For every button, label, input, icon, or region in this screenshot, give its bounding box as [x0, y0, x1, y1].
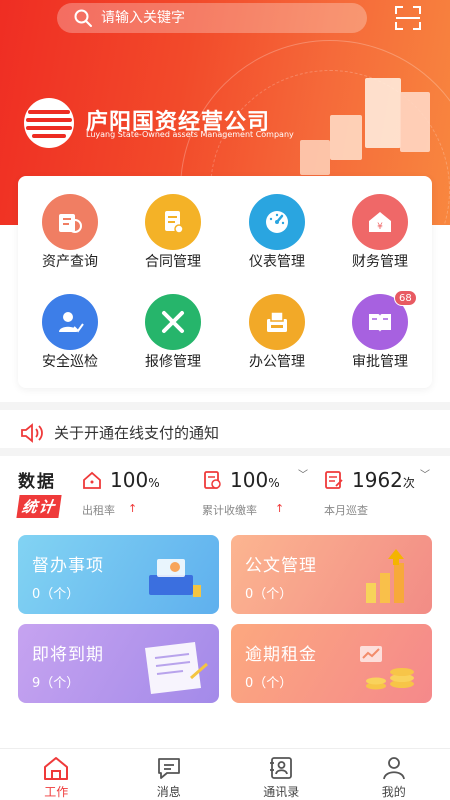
repair-icon	[145, 294, 201, 350]
menu-item-asset-query[interactable]: 资产查询	[18, 176, 122, 270]
stats-title-bottom: 统计	[16, 495, 62, 518]
speaker-icon	[21, 423, 43, 443]
building-decoration	[400, 92, 430, 152]
menu-label: 财务管理	[352, 254, 408, 270]
office-icon	[249, 294, 305, 350]
menu-item-safety-inspection[interactable]: 安全巡检	[18, 276, 122, 370]
menu-item-meter[interactable]: 仪表管理	[225, 176, 329, 270]
profile-icon	[382, 757, 405, 780]
contract-icon	[145, 194, 201, 250]
tile-title: 即将到期	[32, 645, 104, 665]
tab-label: 我的	[381, 785, 406, 799]
chevron-down-icon[interactable]: ﹀	[298, 466, 308, 481]
tile-title: 公文管理	[245, 556, 317, 576]
tile-title: 逾期租金	[245, 645, 317, 665]
asset-icon	[42, 194, 98, 250]
menu-label: 报修管理	[145, 354, 201, 370]
building-decoration	[365, 78, 401, 148]
function-menu: 资产查询 合同管理 仪表管理 ¥ 财务管理 安全巡检 报修管理 办公管理 68 …	[18, 176, 432, 388]
workspace-illustration	[149, 559, 201, 597]
tab-contacts[interactable]: 通讯录	[225, 749, 338, 800]
stat-unit: 次	[402, 476, 415, 490]
inspection-icon	[42, 294, 98, 350]
tile-title: 督办事项	[32, 556, 104, 576]
tab-label: 消息	[156, 785, 181, 799]
stat-caption: 累计收缴率	[202, 504, 257, 517]
building-decoration	[330, 115, 362, 160]
stat-unit: %	[148, 476, 160, 490]
svg-text:¥: ¥	[377, 222, 383, 232]
tile-count: 9（个）	[32, 676, 80, 691]
building-decoration	[300, 140, 330, 175]
menu-label: 办公管理	[249, 354, 305, 370]
search-icon	[74, 9, 92, 27]
scan-icon[interactable]	[395, 6, 421, 30]
menu-label: 合同管理	[145, 254, 201, 270]
growth-illustration	[366, 549, 404, 603]
notice-bar[interactable]: 关于开通在线支付的通知	[0, 402, 450, 448]
search-input[interactable]	[101, 10, 341, 26]
checklist-icon	[325, 471, 343, 489]
tile-count: 0（个）	[245, 676, 293, 691]
coins-illustration	[360, 646, 414, 690]
house-icon	[83, 471, 101, 489]
stat-value: 100	[230, 468, 269, 492]
tab-work[interactable]: 工作	[0, 749, 113, 800]
contacts-icon	[270, 757, 293, 779]
stats-title: 数据 统计	[16, 467, 70, 518]
stat-caption: 本月巡查	[324, 504, 368, 517]
receipt-icon	[204, 471, 221, 489]
tile-supervision[interactable]: 督办事项 0（个）	[18, 535, 219, 614]
menu-item-repair[interactable]: 报修管理	[121, 276, 225, 370]
tile-count: 0（个）	[245, 587, 293, 602]
stats-title-top: 数据	[18, 472, 56, 492]
tile-expiring-soon[interactable]: 即将到期 9（个）	[18, 624, 219, 703]
notice-text: 关于开通在线支付的通知	[54, 424, 220, 442]
tab-profile[interactable]: 我的	[338, 749, 450, 800]
message-icon	[157, 758, 180, 779]
tab-label: 通讯录	[263, 785, 300, 799]
tab-messages[interactable]: 消息	[113, 749, 226, 800]
company-logo	[24, 98, 74, 148]
menu-item-approval[interactable]: 68 审批管理	[328, 276, 432, 370]
trend-up-icon: ↑	[128, 502, 138, 515]
approval-count-badge: 68	[394, 290, 417, 306]
menu-item-office[interactable]: 办公管理	[225, 276, 329, 370]
stat-monthly-inspections[interactable]: 1962次 本月巡查 ﹀	[324, 468, 439, 520]
menu-item-finance[interactable]: ¥ 财务管理	[328, 176, 432, 270]
stat-collection-rate[interactable]: 100% 累计收缴率 ↑ ﹀	[202, 468, 317, 520]
tab-label: 工作	[44, 785, 69, 799]
menu-label: 资产查询	[42, 254, 98, 270]
stat-occupancy-rate[interactable]: 100% 出租率 ↑	[82, 468, 197, 520]
menu-item-contract[interactable]: 合同管理	[121, 176, 225, 270]
trend-up-icon: ↑	[275, 502, 285, 515]
stat-value: 100	[110, 468, 149, 492]
finance-icon: ¥	[352, 194, 408, 250]
tile-overdue-rent[interactable]: 逾期租金 0（个）	[231, 624, 432, 703]
menu-label: 审批管理	[352, 354, 408, 370]
meter-icon	[249, 194, 305, 250]
home-icon	[44, 757, 69, 780]
tile-documents[interactable]: 公文管理 0（个）	[231, 535, 432, 614]
menu-label: 安全巡检	[42, 354, 98, 370]
contract-paper-illustration	[145, 642, 208, 694]
company-name-en: Luyang State-Owned assets Management Com…	[86, 130, 294, 139]
section-divider	[0, 448, 450, 456]
stat-value: 1962	[352, 468, 403, 492]
bottom-tab-bar: 工作 消息 通讯录 我的	[0, 748, 450, 800]
menu-label: 仪表管理	[249, 254, 305, 270]
stat-unit: %	[268, 476, 280, 490]
chevron-down-icon[interactable]: ﹀	[420, 466, 430, 481]
tile-count: 0（个）	[32, 587, 80, 602]
search-bar[interactable]	[57, 3, 367, 33]
stat-caption: 出租率	[82, 504, 115, 517]
